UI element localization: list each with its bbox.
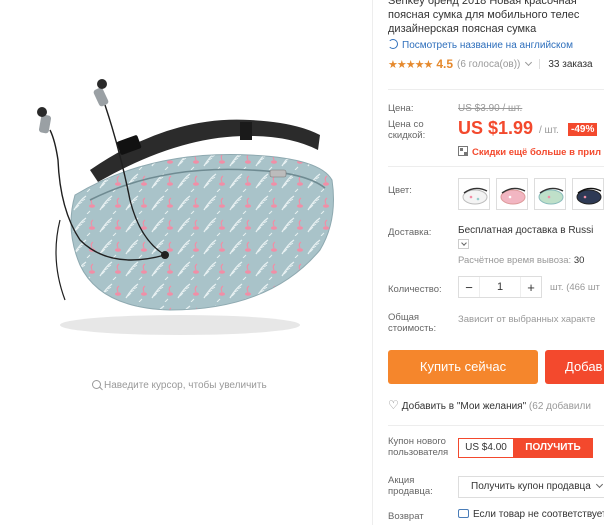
votes-count[interactable]: (6 голоса(ов)) — [457, 59, 520, 70]
app-promo-link[interactable]: Скидки ещё больше в прил — [458, 146, 601, 158]
quantity-minus-button[interactable]: − — [459, 280, 479, 295]
rating-stars: ★★★★★ — [388, 58, 433, 71]
color-label: Цвет: — [388, 185, 412, 196]
divider — [388, 166, 604, 167]
product-title: Senkey бренд 2018 Новая красочная поясна… — [388, 0, 580, 35]
shipping-dropdown[interactable] — [458, 239, 469, 249]
per-unit: / шт. — [539, 125, 559, 136]
total-value: Зависит от выбранных характе — [458, 314, 596, 325]
color-swatch-navy[interactable] — [572, 178, 604, 210]
buy-now-button[interactable]: Купить сейчас — [388, 350, 538, 384]
chevron-down-icon — [595, 481, 603, 489]
column-divider — [372, 0, 373, 525]
return-policy: Если товар не соответствует — [458, 509, 604, 520]
color-swatch-white[interactable] — [458, 178, 490, 210]
quantity-plus-button[interactable]: + — [521, 280, 541, 295]
product-gallery: Наведите курсор, чтобы увеличить — [0, 0, 372, 525]
get-coupon-button[interactable]: ПОЛУЧИТЬ — [513, 438, 593, 458]
seller-promo-label: Акция продавца: — [388, 475, 433, 497]
color-swatch-green[interactable] — [534, 178, 566, 210]
product-image[interactable] — [20, 60, 350, 360]
divider — [388, 425, 604, 426]
add-to-wishlist[interactable]: ♡ Добавить в "Мои желания" (62 добавили — [388, 398, 591, 412]
price-label: Цена: — [388, 103, 414, 114]
separator — [539, 59, 541, 69]
discount-badge: -49% — [568, 123, 598, 136]
translate-icon — [388, 39, 398, 49]
new-user-coupon-label: Купон нового пользователя — [388, 436, 449, 458]
heart-icon: ♡ — [388, 398, 399, 412]
stock-info: шт. (466 шт — [550, 282, 600, 293]
return-label: Возврат — [388, 511, 424, 522]
delivery-time: Расчётное время вывоза: 30 — [458, 255, 585, 266]
color-swatch-pink[interactable] — [496, 178, 528, 210]
current-price: US $1.99 — [458, 118, 534, 138]
shipping-value: Бесплатная доставка в Russi — [458, 225, 594, 236]
rating-value: 4.5 — [436, 57, 453, 71]
quantity-input[interactable]: 1 — [479, 277, 521, 297]
quantity-stepper: − 1 + — [458, 276, 542, 298]
new-user-coupon-value: US $4.00 — [458, 438, 513, 458]
total-label: Общая стоимость: — [388, 312, 437, 334]
discount-price-label: Цена со скидкой: — [388, 119, 426, 141]
shipping-label: Доставка: — [388, 227, 432, 238]
magnifier-icon — [92, 380, 101, 389]
add-to-cart-button[interactable]: Добав — [545, 350, 604, 384]
return-icon — [458, 509, 469, 518]
qr-code-icon — [458, 146, 468, 156]
color-swatches — [458, 178, 604, 210]
orders-count: 33 заказа — [548, 58, 593, 70]
chevron-down-icon[interactable] — [525, 58, 533, 67]
zoom-hint: Наведите курсор, чтобы увеличить — [92, 380, 267, 391]
quantity-label: Количество: — [388, 284, 442, 295]
translate-link[interactable]: Посмотреть название на английском — [388, 39, 604, 53]
rating-row: ★★★★★ 4.5 (6 голоса(ов)) 33 заказа — [388, 56, 604, 72]
divider — [388, 89, 604, 90]
old-price: US $3.90 / шт. — [458, 103, 523, 114]
product-info: Senkey бренд 2018 Новая красочная поясна… — [388, 0, 604, 525]
seller-coupon-select[interactable]: Получить купон продавца — [458, 476, 604, 498]
